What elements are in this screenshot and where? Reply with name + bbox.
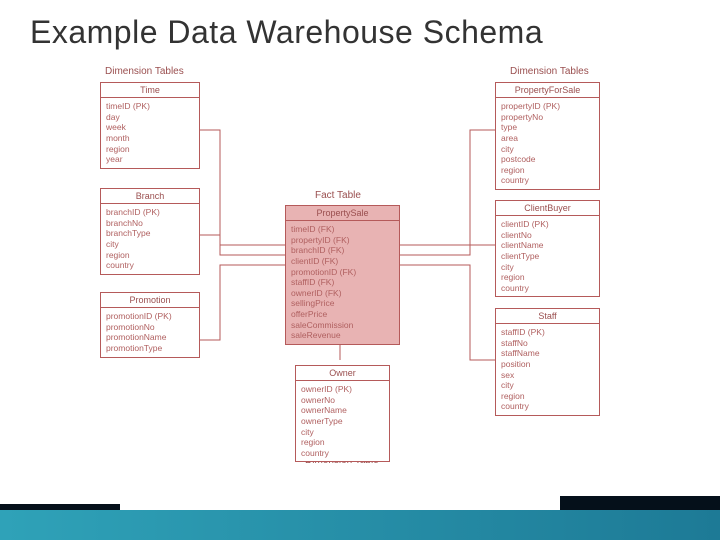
field: ownerType (301, 416, 384, 427)
field: branchID (PK) (106, 207, 194, 218)
field: year (106, 154, 194, 165)
table-promotion: Promotion promotionID (PK)promotionNopro… (100, 292, 200, 358)
field: timeID (FK) (291, 224, 394, 235)
field: ownerNo (301, 395, 384, 406)
field: region (301, 437, 384, 448)
table-owner: Owner ownerID (PK)ownerNoownerNameownerT… (295, 365, 390, 462)
field: branchID (FK) (291, 245, 394, 256)
table-clientbuyer-body: clientID (PK)clientNoclientNameclientTyp… (496, 216, 599, 296)
field: timeID (PK) (106, 101, 194, 112)
field: sex (501, 370, 594, 381)
field: week (106, 122, 194, 133)
field: sellingPrice (291, 298, 394, 309)
field: ownerName (301, 405, 384, 416)
field: region (501, 272, 594, 283)
field: ownerID (PK) (301, 384, 384, 395)
table-branch: Branch branchID (PK)branchNobranchTypeci… (100, 188, 200, 275)
field: promotionID (FK) (291, 267, 394, 278)
table-propertysale-header: PropertySale (286, 206, 399, 221)
table-promotion-body: promotionID (PK)promotionNopromotionName… (101, 308, 199, 357)
field: promotionNo (106, 322, 194, 333)
field: country (301, 448, 384, 459)
label-fact-table: Fact Table (315, 190, 361, 201)
field: branchNo (106, 218, 194, 229)
field: clientNo (501, 230, 594, 241)
table-propertyforsale-header: PropertyForSale (496, 83, 599, 98)
field: promotionType (106, 343, 194, 354)
field: saleRevenue (291, 330, 394, 341)
field: region (501, 391, 594, 402)
table-owner-header: Owner (296, 366, 389, 381)
field: propertyID (FK) (291, 235, 394, 246)
field: city (501, 262, 594, 273)
table-clientbuyer-header: ClientBuyer (496, 201, 599, 216)
field: region (106, 144, 194, 155)
table-time-body: timeID (PK)dayweekmonthregionyear (101, 98, 199, 168)
field: region (106, 250, 194, 261)
table-branch-header: Branch (101, 189, 199, 204)
table-time: Time timeID (PK)dayweekmonthregionyear (100, 82, 200, 169)
table-propertyforsale-body: propertyID (PK)propertyNotypeareacitypos… (496, 98, 599, 189)
field: clientType (501, 251, 594, 262)
table-branch-body: branchID (PK)branchNobranchTypecityregio… (101, 204, 199, 274)
field: postcode (501, 154, 594, 165)
field: country (501, 175, 594, 186)
field: clientID (FK) (291, 256, 394, 267)
table-propertysale-body: timeID (FK)propertyID (FK)branchID (FK)c… (286, 221, 399, 344)
field: clientName (501, 240, 594, 251)
decoration-footer (0, 510, 720, 540)
field: promotionID (PK) (106, 311, 194, 322)
field: city (301, 427, 384, 438)
table-staff-header: Staff (496, 309, 599, 324)
field: propertyID (PK) (501, 101, 594, 112)
field: saleCommission (291, 320, 394, 331)
table-propertysale: PropertySale timeID (FK)propertyID (FK)b… (285, 205, 400, 345)
field: staffName (501, 348, 594, 359)
field: month (106, 133, 194, 144)
field: country (501, 283, 594, 294)
field: country (501, 401, 594, 412)
field: day (106, 112, 194, 123)
decoration-bar-right (560, 496, 720, 510)
field: country (106, 260, 194, 271)
field: branchType (106, 228, 194, 239)
field: propertyNo (501, 112, 594, 123)
field: promotionName (106, 332, 194, 343)
field: clientID (PK) (501, 219, 594, 230)
label-dimension-left: Dimension Tables (105, 66, 184, 77)
field: offerPrice (291, 309, 394, 320)
table-staff-body: staffID (PK)staffNostaffNamepositionsexc… (496, 324, 599, 415)
field: city (501, 380, 594, 391)
table-time-header: Time (101, 83, 199, 98)
table-staff: Staff staffID (PK)staffNostaffNamepositi… (495, 308, 600, 416)
field: city (501, 144, 594, 155)
field: city (106, 239, 194, 250)
schema-canvas: Dimension Tables Dimension Tables Fact T… (0, 60, 720, 520)
table-promotion-header: Promotion (101, 293, 199, 308)
field: type (501, 122, 594, 133)
table-owner-body: ownerID (PK)ownerNoownerNameownerTypecit… (296, 381, 389, 461)
page-title: Example Data Warehouse Schema (0, 0, 720, 51)
field: staffID (PK) (501, 327, 594, 338)
table-propertyforsale: PropertyForSale propertyID (PK)propertyN… (495, 82, 600, 190)
field: position (501, 359, 594, 370)
field: staffNo (501, 338, 594, 349)
field: staffID (FK) (291, 277, 394, 288)
field: area (501, 133, 594, 144)
label-dimension-right: Dimension Tables (510, 66, 589, 77)
field: region (501, 165, 594, 176)
field: ownerID (FK) (291, 288, 394, 299)
table-clientbuyer: ClientBuyer clientID (PK)clientNoclientN… (495, 200, 600, 297)
